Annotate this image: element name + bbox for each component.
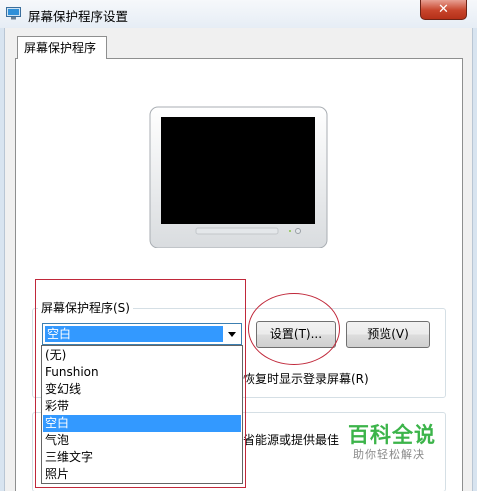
title-bar: 屏幕保护程序设置 ✕ [0,0,477,28]
watermark-title: 百科全说 [348,423,436,447]
preview-button[interactable]: 预览(V) [346,321,430,348]
tab-screensaver[interactable]: 屏幕保护程序 [17,36,107,59]
power-settings-text: 省能源或提供最佳 [243,433,340,447]
close-button[interactable]: ✕ [420,0,467,20]
annotation-ellipse [248,293,340,365]
screensaver-app-icon [6,7,21,20]
monitor-preview [138,78,331,249]
window-title: 屏幕保护程序设置 [28,9,129,24]
resume-checkbox-label[interactable]: 恢复时显示登录屏幕(R) [243,370,369,387]
watermark-subtitle: 助你轻松解决 [353,448,425,461]
annotation-rectangle [35,279,246,488]
